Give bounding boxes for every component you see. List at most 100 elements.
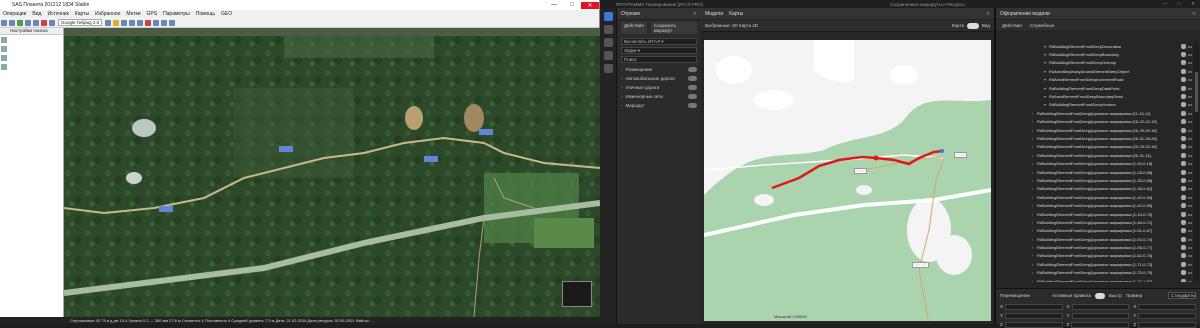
tree-row[interactable]: › RdBuildingElementFrontDeepДорожное марк… — [996, 185, 1192, 193]
more-icon[interactable]: ••• — [1188, 144, 1192, 149]
more-icon[interactable]: ••• — [1188, 245, 1192, 250]
more-icon[interactable]: ••• — [1188, 161, 1192, 166]
tree-row[interactable]: › RdBuildingElementFrontDeepДорожное марк… — [996, 218, 1192, 226]
planner-maximize-button[interactable]: □ — [1172, 1, 1186, 7]
more-icon[interactable]: ••• — [1188, 270, 1192, 275]
objects-actions-button[interactable]: Действия — [1002, 23, 1022, 28]
tree-row[interactable]: › RdBuildingElementFrontDeepДорожное марк… — [996, 118, 1192, 126]
no-entry-icon[interactable] — [145, 19, 152, 26]
more-icon[interactable]: ••• — [1188, 195, 1192, 200]
home-icon[interactable] — [1, 55, 7, 61]
sub-select[interactable]: Ледки ▾ — [621, 47, 697, 54]
visibility-icon[interactable] — [1180, 219, 1186, 225]
overlay-icon[interactable] — [105, 19, 112, 26]
more-icon[interactable]: ••• — [1188, 102, 1192, 107]
tree-row[interactable]: ▾ RdBuildingElementFrontDeepDataPoint ••• — [996, 84, 1192, 92]
objects-scrollbar[interactable] — [1194, 42, 1199, 282]
visibility-icon[interactable] — [1180, 135, 1186, 141]
menu-help[interactable]: Помощь — [193, 11, 218, 17]
tree-row[interactable]: › RdBuildingElementFrontDeepДорожное марк… — [996, 109, 1192, 117]
eye-icon[interactable] — [688, 76, 697, 81]
search-input[interactable]: Поиск — [621, 56, 697, 63]
satellite-map[interactable] — [64, 28, 600, 317]
tool-item[interactable]: › Размещение — [617, 65, 701, 74]
map-selector[interactable]: Google Гибрид 2.0 — [58, 19, 103, 26]
visibility-icon[interactable] — [1180, 203, 1186, 209]
menu-maps[interactable]: Карты — [72, 11, 92, 17]
target-icon[interactable] — [41, 19, 47, 26]
more-icon[interactable]: ••• — [1188, 186, 1192, 191]
tab-models[interactable]: Модели — [705, 11, 723, 17]
nav-arrow-icon[interactable] — [161, 19, 168, 26]
close-icon[interactable]: ✕ — [986, 11, 990, 17]
mode-select[interactable]: Стандартно — [1168, 292, 1196, 299]
menu-operations[interactable]: Операции — [0, 11, 29, 17]
visibility-icon[interactable] — [1180, 102, 1186, 108]
visibility-icon[interactable] — [1180, 278, 1186, 282]
tree-row[interactable]: ▾ RdBuildingElementFrontDeepOverlap ••• — [996, 59, 1192, 67]
visibility-icon[interactable] — [1180, 194, 1186, 200]
visibility-icon[interactable] — [1180, 60, 1186, 66]
move-tool-icon[interactable] — [1, 19, 7, 26]
visibility-icon[interactable] — [1180, 127, 1186, 133]
visibility-icon[interactable] — [1180, 152, 1186, 158]
more-icon[interactable]: ••• — [1188, 220, 1192, 225]
tree-row[interactable]: › RdBuildingElementFrontDeepДорожное марк… — [996, 243, 1192, 251]
eye-icon[interactable] — [688, 85, 697, 90]
active-rules-toggle[interactable] — [1094, 292, 1105, 299]
app-logo-icon[interactable] — [603, 12, 613, 21]
visibility-icon[interactable] — [1180, 186, 1186, 192]
tree-row[interactable]: › RdBuildingElementFrontDeepДорожное марк… — [996, 269, 1192, 277]
more-icon[interactable]: ••• — [1188, 203, 1192, 208]
planner-close-button[interactable]: ✕ — [1186, 1, 1200, 7]
more-icon[interactable]: ••• — [1188, 77, 1192, 82]
more-icon[interactable]: ••• — [1188, 111, 1192, 116]
more-icon[interactable]: ••• — [1188, 279, 1192, 282]
tree-row[interactable]: ▾ RdBuildingElementFrontDeepVenture ••• — [996, 101, 1192, 109]
tree-row[interactable]: ▾ RdBuildingElementFrontDeepBoundary ••• — [996, 50, 1192, 58]
path-icon[interactable] — [129, 19, 136, 26]
mark-icon[interactable] — [121, 19, 128, 26]
visibility-icon[interactable] — [1180, 177, 1186, 183]
zoom-in-icon[interactable] — [1, 37, 7, 43]
tree-row[interactable]: › RdBuildingElementFrontDeepДорожное марк… — [996, 227, 1192, 235]
coord-input[interactable] — [1138, 303, 1196, 310]
more-icon[interactable]: ••• — [1188, 52, 1192, 57]
eye-icon[interactable] — [688, 103, 697, 108]
visibility-icon[interactable] — [1180, 52, 1186, 58]
eye-icon[interactable] — [688, 67, 697, 72]
calc-select[interactable]: Вычислить ИТАЛ ▾ — [621, 38, 697, 45]
close-icon[interactable]: ✕ — [1192, 11, 1196, 17]
tree-row[interactable]: ▾ RdAreaElementFrontDeepBoundaryRoad ••• — [996, 92, 1192, 100]
save-route-button[interactable]: Сохранить маршрут — [650, 22, 697, 34]
tool-item[interactable]: › Инженерные сети — [617, 92, 701, 101]
coord-input[interactable] — [1138, 321, 1196, 328]
actions-button[interactable]: Действия — [621, 22, 647, 34]
more-icon[interactable]: ••• — [1188, 262, 1192, 267]
star-icon[interactable] — [113, 19, 120, 26]
visibility-icon[interactable] — [1180, 68, 1186, 74]
more-icon[interactable]: ••• — [1188, 44, 1192, 49]
more-icon[interactable]: ••• — [1188, 170, 1192, 175]
tree-row[interactable]: › RdBuildingElementFrontDeepДорожное марк… — [996, 151, 1192, 159]
more-icon[interactable]: ••• — [1188, 69, 1192, 74]
settings-icon[interactable] — [603, 64, 613, 73]
coord-input[interactable] — [1004, 321, 1063, 328]
visibility-icon[interactable] — [1180, 77, 1186, 83]
close-button[interactable]: ✕ — [581, 1, 599, 9]
more-icon[interactable]: ••• — [1188, 136, 1192, 141]
view-toggle[interactable] — [966, 22, 979, 29]
visibility-icon[interactable] — [1180, 261, 1186, 267]
tree-row[interactable]: ▾ RdBuildingElementFrontDeepDecoration ••• — [996, 42, 1192, 50]
more-icon[interactable]: ••• — [1188, 153, 1192, 158]
close-icon[interactable]: ✕ — [693, 11, 697, 17]
objects-service-button[interactable]: Служебные — [1030, 23, 1054, 28]
tree-row[interactable]: › RdBuildingElementFrontDeepДорожное марк… — [996, 176, 1192, 184]
tree-row[interactable]: › RdBuildingElementFrontDeepДорожное марк… — [996, 210, 1192, 218]
fullscreen-icon[interactable] — [153, 19, 160, 26]
tree-row[interactable]: › RdBuildingElementFrontDeepДорожное марк… — [996, 201, 1192, 209]
visibility-icon[interactable] — [1180, 211, 1186, 217]
menu-favorites[interactable]: Избранное — [92, 11, 123, 17]
tree-row[interactable]: › RdBuildingElementFrontDeepДорожное марк… — [996, 193, 1192, 201]
more-icon[interactable]: ••• — [1188, 178, 1192, 183]
